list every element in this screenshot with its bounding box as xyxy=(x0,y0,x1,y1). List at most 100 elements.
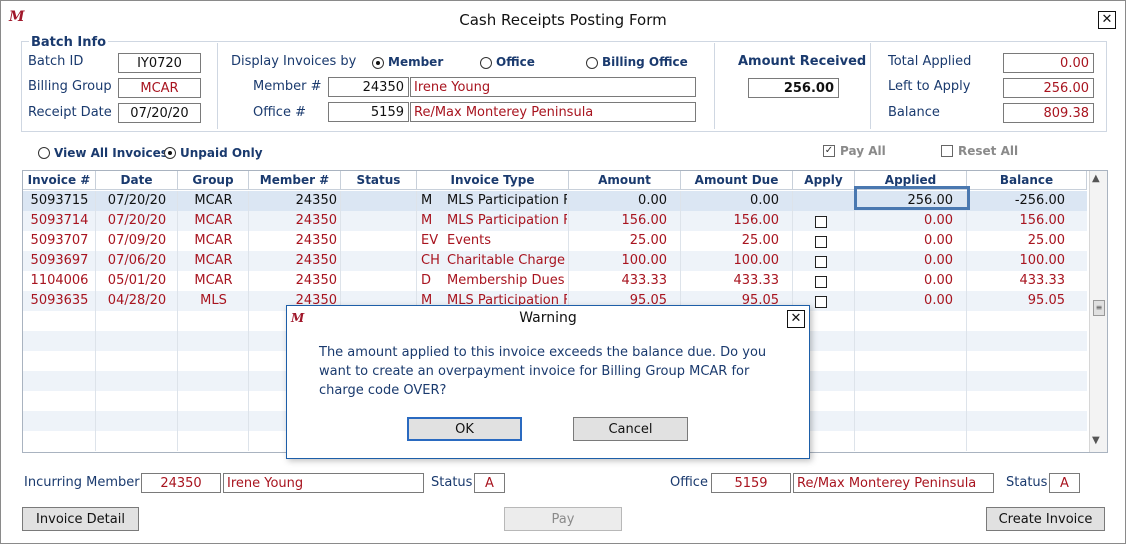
col-invoice-type[interactable]: Invoice Type xyxy=(417,171,569,190)
cell-balance: 100.00 xyxy=(1019,253,1066,268)
cell-invoice: 5093707 xyxy=(30,233,89,248)
cell-status xyxy=(341,211,417,231)
member-radio[interactable] xyxy=(372,57,384,69)
view-all-label[interactable]: View All Invoices xyxy=(54,146,168,160)
office-status-label: Status xyxy=(1006,475,1048,490)
incurring-member-label: Incurring Member xyxy=(24,475,140,490)
cell-due: 156.00 xyxy=(733,213,780,228)
apply-checkbox[interactable] xyxy=(815,236,827,248)
incurring-member-name-field: Irene Young xyxy=(223,473,424,493)
divider xyxy=(714,43,715,129)
col-group[interactable]: Group xyxy=(178,171,249,190)
main-window: M Cash Receipts Posting Form ✕ Batch Inf… xyxy=(0,0,1126,544)
office-radio[interactable] xyxy=(480,57,492,69)
scroll-down-icon[interactable]: ▼ xyxy=(1092,435,1100,446)
cell-date: 05/01/20 xyxy=(107,273,167,288)
member-no-label: Member # xyxy=(253,79,322,94)
cell-balance: 156.00 xyxy=(1019,213,1066,228)
footer-office-no-field: 5159 xyxy=(711,473,791,493)
member-radio-label[interactable]: Member xyxy=(388,55,443,69)
cell-type-code: D xyxy=(421,273,432,288)
cell-type: Membership Dues xyxy=(447,273,565,288)
cell-type: MLS Participation F xyxy=(447,213,567,228)
close-window-button[interactable]: ✕ xyxy=(1098,11,1116,29)
receipt-date-field[interactable]: 07/20/20 xyxy=(118,103,201,123)
cell-date: 04/28/20 xyxy=(107,293,167,308)
apply-checkbox[interactable] xyxy=(815,276,827,288)
footer-office-name-field: Re/Max Monterey Peninsula xyxy=(793,473,994,493)
cell-member: 24350 xyxy=(295,233,337,248)
cell-type: MLS Participation F xyxy=(447,193,567,208)
office-radio-label[interactable]: Office xyxy=(496,55,535,69)
cell-group: MLS xyxy=(200,293,227,308)
col-apply[interactable]: Apply xyxy=(793,171,855,190)
office-name-field[interactable]: Re/Max Monterey Peninsula xyxy=(410,102,696,122)
col-balance[interactable]: Balance xyxy=(967,171,1087,190)
col-status[interactable]: Status xyxy=(341,171,417,190)
cell-amount: 433.33 xyxy=(621,273,668,288)
billing-office-radio[interactable] xyxy=(586,57,598,69)
cell-balance: 95.05 xyxy=(1027,293,1065,308)
incurring-member-no-field: 24350 xyxy=(141,473,221,493)
col-date[interactable]: Date xyxy=(96,171,178,190)
view-all-radio[interactable] xyxy=(38,147,50,159)
pay-all-label[interactable]: Pay All xyxy=(840,144,886,158)
apply-checkbox[interactable] xyxy=(815,216,827,228)
reset-all-checkbox[interactable] xyxy=(941,145,953,157)
ok-button[interactable]: OK xyxy=(407,417,522,441)
office-no-label: Office # xyxy=(253,105,306,120)
total-applied-label: Total Applied xyxy=(888,54,972,69)
amount-received-label: Amount Received xyxy=(738,54,867,69)
cell-invoice: 5093635 xyxy=(30,293,89,308)
cell-type-code: M xyxy=(421,213,433,228)
apply-checkbox[interactable] xyxy=(815,296,827,308)
col-amount-due[interactable]: Amount Due xyxy=(681,171,793,190)
cell-applied: 0.00 xyxy=(924,293,953,308)
dialog-close-button[interactable]: ✕ xyxy=(787,310,805,328)
col-member[interactable]: Member # xyxy=(249,171,341,190)
cell-date: 07/20/20 xyxy=(107,213,167,228)
balance-field: 809.38 xyxy=(1003,103,1094,123)
cell-amount: 156.00 xyxy=(621,213,668,228)
apply-checkbox[interactable] xyxy=(815,256,827,268)
grid-scrollbar[interactable]: ▲ ≡ ▼ xyxy=(1089,171,1107,452)
cell-type: Events xyxy=(447,233,492,248)
cell-date: 07/20/20 xyxy=(107,193,167,208)
pay-button[interactable]: Pay xyxy=(504,507,622,531)
member-status-label: Status xyxy=(431,475,473,490)
applied-edit-focus[interactable] xyxy=(854,186,970,210)
unpaid-only-label[interactable]: Unpaid Only xyxy=(180,146,263,160)
office-no-field[interactable]: 5159 xyxy=(328,102,409,122)
title-bar: M Cash Receipts Posting Form ✕ xyxy=(1,1,1125,37)
reset-all-label[interactable]: Reset All xyxy=(958,144,1018,158)
cell-date: 07/09/20 xyxy=(107,233,167,248)
cancel-button[interactable]: Cancel xyxy=(573,417,688,441)
cell-applied: 0.00 xyxy=(924,273,953,288)
cell-applied: 0.00 xyxy=(924,253,953,268)
scroll-up-icon[interactable]: ▲ xyxy=(1092,173,1100,184)
member-name-field[interactable]: Irene Young xyxy=(410,77,696,97)
cell-balance: 433.33 xyxy=(1019,273,1066,288)
batch-id-field[interactable]: IY0720 xyxy=(118,53,201,73)
amount-received-field[interactable]: 256.00 xyxy=(748,78,839,98)
create-invoice-button[interactable]: Create Invoice xyxy=(986,507,1105,531)
unpaid-only-radio[interactable] xyxy=(164,147,176,159)
window-title: Cash Receipts Posting Form xyxy=(459,11,667,29)
divider xyxy=(870,43,871,129)
billing-group-field[interactable]: MCAR xyxy=(118,78,201,98)
col-invoice[interactable]: Invoice # xyxy=(23,171,96,190)
cell-member: 24350 xyxy=(295,213,337,228)
cell-due: 0.00 xyxy=(750,193,779,208)
warning-dialog: M Warning ✕ The amount applied to this i… xyxy=(286,305,810,459)
member-no-field[interactable]: 24350 xyxy=(328,77,409,97)
batch-info-heading: Batch Info xyxy=(29,35,109,50)
total-applied-field: 0.00 xyxy=(1003,53,1094,73)
pay-all-checkbox[interactable]: ✓ xyxy=(823,145,835,157)
scroll-thumb[interactable]: ≡ xyxy=(1093,300,1105,316)
cell-member: 24350 xyxy=(295,193,337,208)
cell-type-code: EV xyxy=(421,233,439,248)
billing-office-radio-label[interactable]: Billing Office xyxy=(602,55,688,69)
cell-status xyxy=(341,231,417,251)
invoice-detail-button[interactable]: Invoice Detail xyxy=(22,507,139,531)
col-amount[interactable]: Amount xyxy=(569,171,681,190)
